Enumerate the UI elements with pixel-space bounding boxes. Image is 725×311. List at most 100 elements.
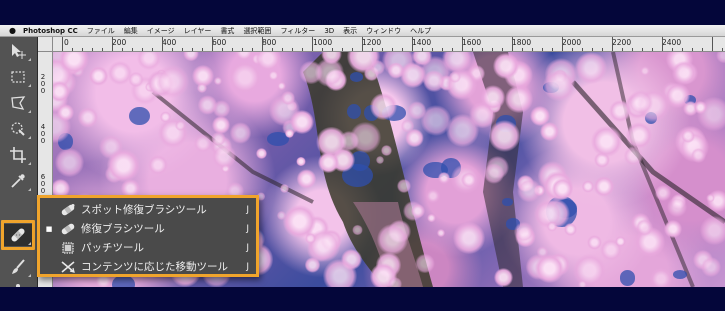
blossom-cluster	[636, 218, 654, 237]
blossom-cluster	[55, 148, 84, 177]
eyedropper-tool[interactable]	[4, 170, 32, 192]
polygon-lasso-icon	[11, 96, 26, 110]
ruler-tick	[442, 48, 443, 51]
flyout-item-healing-brush[interactable]: ■ 修復ブラシツール J	[40, 219, 256, 238]
menu-window[interactable]: ウィンドウ	[366, 26, 401, 36]
ruler-tick	[562, 37, 563, 51]
blossom-cluster	[213, 76, 223, 85]
flyout-indicator	[28, 162, 31, 165]
ruler-tick	[92, 48, 93, 51]
ruler-tick	[102, 48, 103, 51]
ruler-tick	[372, 48, 373, 51]
lasso-tool[interactable]	[4, 92, 32, 114]
blossom-cluster	[377, 224, 408, 255]
ruler-tick	[312, 37, 313, 51]
healing-tools-flyout-menu: スポット修復ブラシツール J ■ 修復ブラシツール J パッチツール J コンテ…	[37, 195, 259, 277]
ruler-tick	[142, 48, 143, 51]
ruler-origin[interactable]	[38, 37, 53, 52]
content-aware-move-icon	[58, 259, 78, 275]
blossom-cluster	[426, 188, 440, 203]
move-tool[interactable]	[4, 40, 32, 62]
blossom-cluster	[650, 268, 672, 287]
blossom-cluster	[448, 70, 461, 83]
blossom-cluster	[552, 178, 574, 200]
ruler-tick	[112, 37, 113, 51]
ruler-tick	[482, 48, 483, 51]
ruler-tick	[402, 48, 403, 51]
ruler-tick	[552, 48, 553, 51]
blossom-cluster	[591, 126, 622, 158]
menu-3d[interactable]: 3D	[324, 27, 334, 35]
ruler-tick	[602, 48, 603, 51]
ruler-tick	[672, 48, 673, 51]
ruler-tick	[512, 37, 513, 51]
menu-help[interactable]: ヘルプ	[410, 26, 431, 36]
blossom-cluster	[461, 172, 478, 188]
menu-filter[interactable]: フィルター	[280, 26, 315, 36]
ruler-tick	[502, 48, 503, 51]
blossom-cluster	[211, 132, 226, 147]
photoshop-window: ● Photoshop CC ファイル 編集 イメージ レイヤー 書式 選択範囲…	[0, 25, 725, 287]
blossom-cluster	[323, 258, 357, 287]
move-icon	[12, 44, 26, 59]
flyout-item-patch[interactable]: パッチツール J	[40, 238, 256, 257]
flyout-item-spot-healing-brush[interactable]: スポット修復ブラシツール J	[40, 200, 256, 219]
menu-file[interactable]: ファイル	[87, 26, 115, 36]
menu-layer[interactable]: レイヤー	[184, 26, 212, 36]
menu-type[interactable]: 書式	[220, 26, 234, 36]
blossom-cluster	[414, 253, 435, 274]
tool-highlight-frame	[1, 220, 35, 250]
blossom-cluster	[256, 147, 268, 159]
marquee-tool[interactable]	[4, 66, 32, 88]
clone-stamp-tool[interactable]	[4, 280, 32, 287]
ruler-tick	[662, 37, 663, 51]
healing-brush-icon	[58, 221, 78, 237]
blossom-cluster	[514, 222, 534, 242]
quick-selection-icon	[11, 122, 25, 136]
menu-view[interactable]: 表示	[343, 26, 357, 36]
blossom-cluster	[437, 172, 450, 185]
ruler-tick	[252, 48, 253, 51]
shortcut-key: J	[246, 204, 249, 215]
ruler-tick	[462, 37, 463, 51]
ruler-tick	[572, 48, 573, 51]
ruler-tick	[612, 37, 613, 51]
blossom-cluster	[453, 221, 486, 254]
apple-icon[interactable]: ●	[9, 25, 17, 36]
flyout-indicator	[28, 110, 31, 113]
ruler-tick	[72, 48, 73, 51]
ruler-label: 1200	[362, 38, 382, 47]
flyout-indicator	[28, 136, 31, 139]
ruler-tick	[412, 37, 413, 51]
crop-tool[interactable]	[4, 144, 32, 166]
ruler-label: 600	[212, 38, 227, 47]
ruler-horizontal[interactable]: 0 200 400 600 800 1000 1200 1400 1600 18…	[38, 37, 725, 52]
menu-edit[interactable]: 編集	[124, 26, 138, 36]
ruler-tick	[692, 48, 693, 51]
brush-tool[interactable]	[4, 256, 32, 278]
ruler-tick	[172, 48, 173, 51]
ruler-tick	[582, 48, 583, 51]
ruler-tick	[632, 48, 633, 51]
blossom-cluster	[535, 253, 565, 283]
blossom-cluster	[228, 60, 262, 94]
selected-marker: ■	[45, 224, 53, 233]
ruler-tick	[362, 37, 363, 51]
ruler-label: 1800	[512, 38, 532, 47]
menu-select[interactable]: 選択範囲	[243, 26, 271, 36]
flyout-item-content-aware-move[interactable]: コンテンツに応じた移動ツール J	[40, 257, 256, 276]
ruler-tick	[472, 48, 473, 51]
flyout-indicator	[28, 274, 31, 277]
sky-patch	[350, 72, 364, 82]
menu-image[interactable]: イメージ	[147, 26, 175, 36]
ruler-label: 800	[262, 38, 277, 47]
blossom-cluster	[211, 144, 237, 169]
ruler-tick	[652, 48, 653, 51]
flyout-item-label: 修復ブラシツール	[81, 223, 165, 235]
ruler-tick	[202, 48, 203, 51]
shortcut-key: J	[246, 223, 249, 234]
ruler-tick	[392, 48, 393, 51]
quick-selection-tool[interactable]	[4, 118, 32, 140]
ruler-tick	[532, 48, 533, 51]
menu-app-name[interactable]: Photoshop CC	[23, 27, 78, 35]
